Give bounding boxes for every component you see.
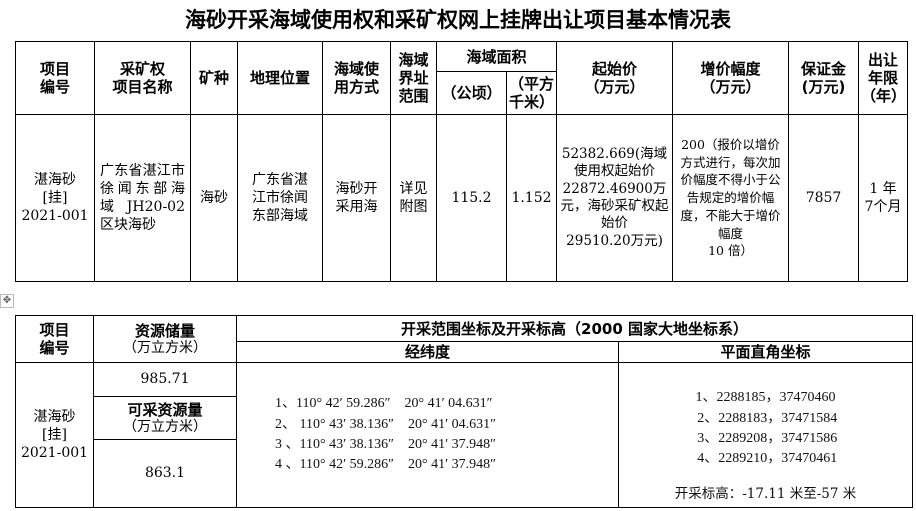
cell-area-ha: 115.2 — [436, 114, 507, 282]
minable-label: 可采资源量 — [127, 400, 203, 419]
header-location: 地理位置 — [237, 41, 323, 115]
header-area-ha: （公顷） — [436, 71, 507, 115]
cell-increment: 200（报价以增价方式进行，每次加价幅度不得小于公告规定的增价幅度，不能大于增价… — [672, 114, 790, 282]
cell-deposit: 7857 — [788, 114, 860, 282]
table-row: 湛海砂 [挂] 2021-001 广东省湛江市徐闻东部海 域JH20-02 区块… — [15, 114, 909, 282]
cell2-reserves-value: 985.71 — [93, 362, 237, 397]
cell2-minable-label: 可采资源量 （万立方米） — [93, 396, 237, 440]
project-info-table: 项目 编号 采矿权 项目名称 矿种 地理位置 海域使 用方式 海域 界址 范围 … — [15, 41, 909, 282]
header-start-price: 起始价 （万元） — [556, 41, 674, 115]
cell-start-price: 52382.669(海域使用权起始价 22872.46900万元，海砂采矿权起始… — [556, 114, 674, 282]
cell-sea-use: 海砂开 采用海 — [322, 114, 391, 282]
header2-range-title: 开采范围坐标及开采标高（2000 国家大地坐标系） — [235, 315, 914, 342]
reserves-unit: （万立方米） — [123, 339, 207, 356]
cell-project-no: 湛海砂 [挂] 2021-001 — [15, 114, 95, 282]
cell2-project-no: 湛海砂 [挂] 2021-001 — [15, 362, 94, 508]
document-title: 海砂开采海域使用权和采矿权网上挂牌出让项目基本情况表 — [185, 8, 731, 32]
header-mining-name: 采矿权 项目名称 — [94, 41, 191, 115]
header-sea-use: 海域使 用方式 — [322, 41, 391, 115]
header-term: 出让 年限 （年） — [858, 41, 909, 115]
plane-point: 4、2289210，37470461 — [693, 451, 838, 467]
cell-area-km2: 1.152 — [505, 114, 558, 282]
header2-plane: 平面直角坐标 — [617, 341, 914, 363]
cell-mineral: 海砂 — [190, 114, 238, 282]
cell2-plane: 1、2288185，37470460 2、2288183，37471584 3、… — [617, 362, 914, 508]
latlon-point: 1、110° 42′ 59.286″ 20° 41′ 04.631″ — [275, 396, 493, 412]
minable-unit: （万立方米） — [123, 418, 207, 435]
cell-location: 广东省湛江市徐闻东部海域 — [237, 114, 323, 282]
cell2-minable-value: 863.1 — [93, 439, 237, 508]
coordinates-table: 项目 编号 资源储量 （万立方米） 开采范围坐标及开采标高（2000 国家大地坐… — [15, 315, 914, 508]
header-project-no: 项目 编号 — [15, 41, 95, 115]
cell-boundary: 详见 附图 — [390, 114, 437, 282]
header-deposit: 保证金 (万元) — [788, 41, 860, 115]
header-area-km2: （平方 千米） — [505, 71, 558, 115]
cell-term: 1 年 7个月 — [858, 114, 909, 282]
header-area: 海域面积 — [435, 41, 558, 72]
header2-project-no: 项目 编号 — [15, 315, 94, 363]
latlon-point: 4 、110° 42′ 59.286″ 20° 41′ 37.948″ — [275, 457, 496, 473]
header-increment: 增价幅度 （万元） — [672, 41, 790, 115]
plane-point: 1、2288185，37470460 — [695, 390, 836, 406]
latlon-point: 3 、110° 43′ 38.136″ 20° 41′ 37.948″ — [275, 437, 496, 452]
header-boundary: 海域 界址 范围 — [390, 41, 437, 115]
plane-point: 2、2288183，37471584 — [693, 410, 838, 426]
reserves-label: 资源储量 — [134, 321, 195, 340]
header2-latlon: 经纬度 — [236, 341, 619, 363]
header2-reserves: 资源储量 （万立方米） — [93, 315, 237, 363]
header-mineral: 矿种 — [190, 41, 238, 115]
cell2-latlon: 1、110° 42′ 59.286″ 20° 41′ 04.631″ 2、 11… — [236, 362, 619, 508]
table-move-handle[interactable]: ✥ — [0, 294, 14, 308]
latlon-point: 2、 110° 43′ 38.136″ 20° 41′ 04.631″ — [275, 416, 496, 432]
elevation-range: 开采标高：-17.11 米至-57 米 — [674, 486, 857, 503]
plane-point: 3、2289208，37471586 — [693, 430, 838, 446]
cell-mining-name: 广东省湛江市徐闻东部海 域JH20-02 区块海砂 — [94, 114, 191, 282]
